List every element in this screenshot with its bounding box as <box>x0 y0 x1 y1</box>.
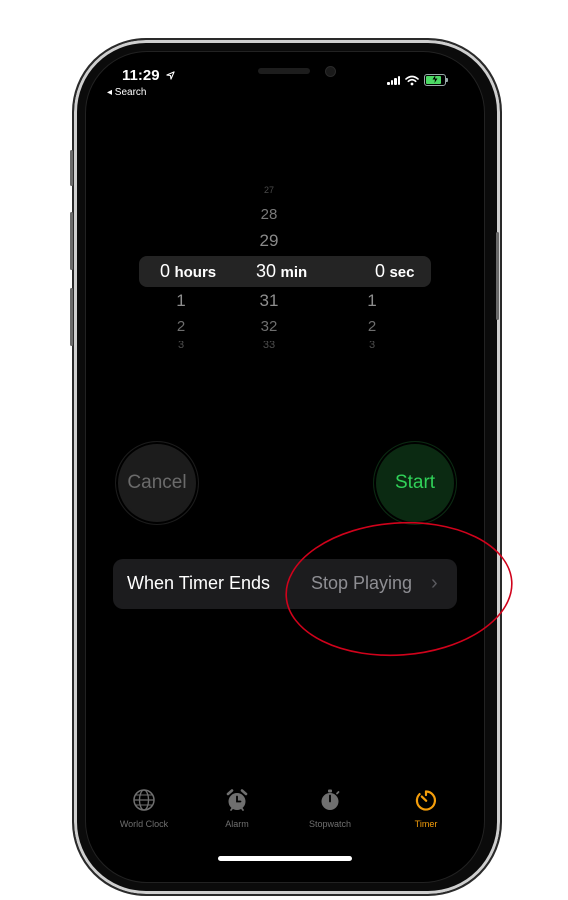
tab-label: Alarm <box>225 819 249 829</box>
tab-world-clock[interactable]: World Clock <box>104 788 184 829</box>
volume-down-button <box>70 288 73 346</box>
timer-icon <box>415 790 436 811</box>
picker-min-row[interactable]: 31 <box>246 291 292 311</box>
tab-timer[interactable]: Timer <box>386 788 466 829</box>
cancel-button[interactable]: Cancel <box>115 441 199 525</box>
picker-sec-row[interactable]: 2 <box>362 318 382 335</box>
stopwatch-icon <box>321 789 340 810</box>
picker-hours-row[interactable]: 1 <box>171 291 191 311</box>
location-arrow-icon <box>166 71 175 80</box>
front-camera <box>325 66 336 77</box>
tab-bar: World Clock Alarm Stopwatch Timer <box>104 788 464 838</box>
minutes-selected[interactable]: 30 min <box>256 261 307 282</box>
picker-hours-row[interactable]: 2 <box>171 318 191 335</box>
picker-hours-row[interactable]: 3 <box>171 341 191 350</box>
volume-up-button <box>70 212 73 270</box>
when-timer-ends-value: Stop Playing <box>311 573 413 593</box>
cellular-signal-icon <box>387 75 400 85</box>
tab-stopwatch[interactable]: Stopwatch <box>290 788 370 829</box>
status-indicators <box>387 74 448 86</box>
picker-sec-row[interactable]: 1 <box>362 291 382 311</box>
picker-min-row[interactable]: 28 <box>246 206 292 223</box>
alarm-clock-icon <box>226 789 248 811</box>
back-to-search-link[interactable]: ◂ Search <box>107 87 146 98</box>
power-button <box>496 232 499 320</box>
mute-switch <box>70 150 73 186</box>
hours-selected[interactable]: 0 hours <box>160 261 216 282</box>
earpiece-speaker <box>258 68 310 74</box>
tab-label: Stopwatch <box>308 819 352 829</box>
home-indicator[interactable] <box>218 856 352 861</box>
picker-sec-row[interactable]: 3 <box>362 341 382 350</box>
start-button[interactable]: Start <box>373 441 457 525</box>
picker-min-row[interactable]: 29 <box>246 231 292 251</box>
when-timer-ends-row[interactable]: When Timer Ends Stop Playing › <box>113 559 457 609</box>
tab-alarm[interactable]: Alarm <box>197 788 277 829</box>
tab-label: World Clock <box>119 819 169 829</box>
chevron-right-icon: › <box>431 572 438 594</box>
globe-icon <box>133 789 155 811</box>
battery-charging-icon <box>424 74 448 86</box>
when-timer-ends-label: When Timer Ends <box>127 573 271 593</box>
status-time: 11:29 <box>122 67 175 84</box>
tab-label: Timer <box>414 819 438 829</box>
picker-min-row[interactable]: 27 <box>246 186 292 195</box>
seconds-selected[interactable]: 0 sec <box>375 261 415 282</box>
wifi-icon <box>405 75 419 85</box>
picker-min-row[interactable]: 32 <box>246 318 292 335</box>
picker-min-row[interactable]: 33 <box>246 341 292 350</box>
